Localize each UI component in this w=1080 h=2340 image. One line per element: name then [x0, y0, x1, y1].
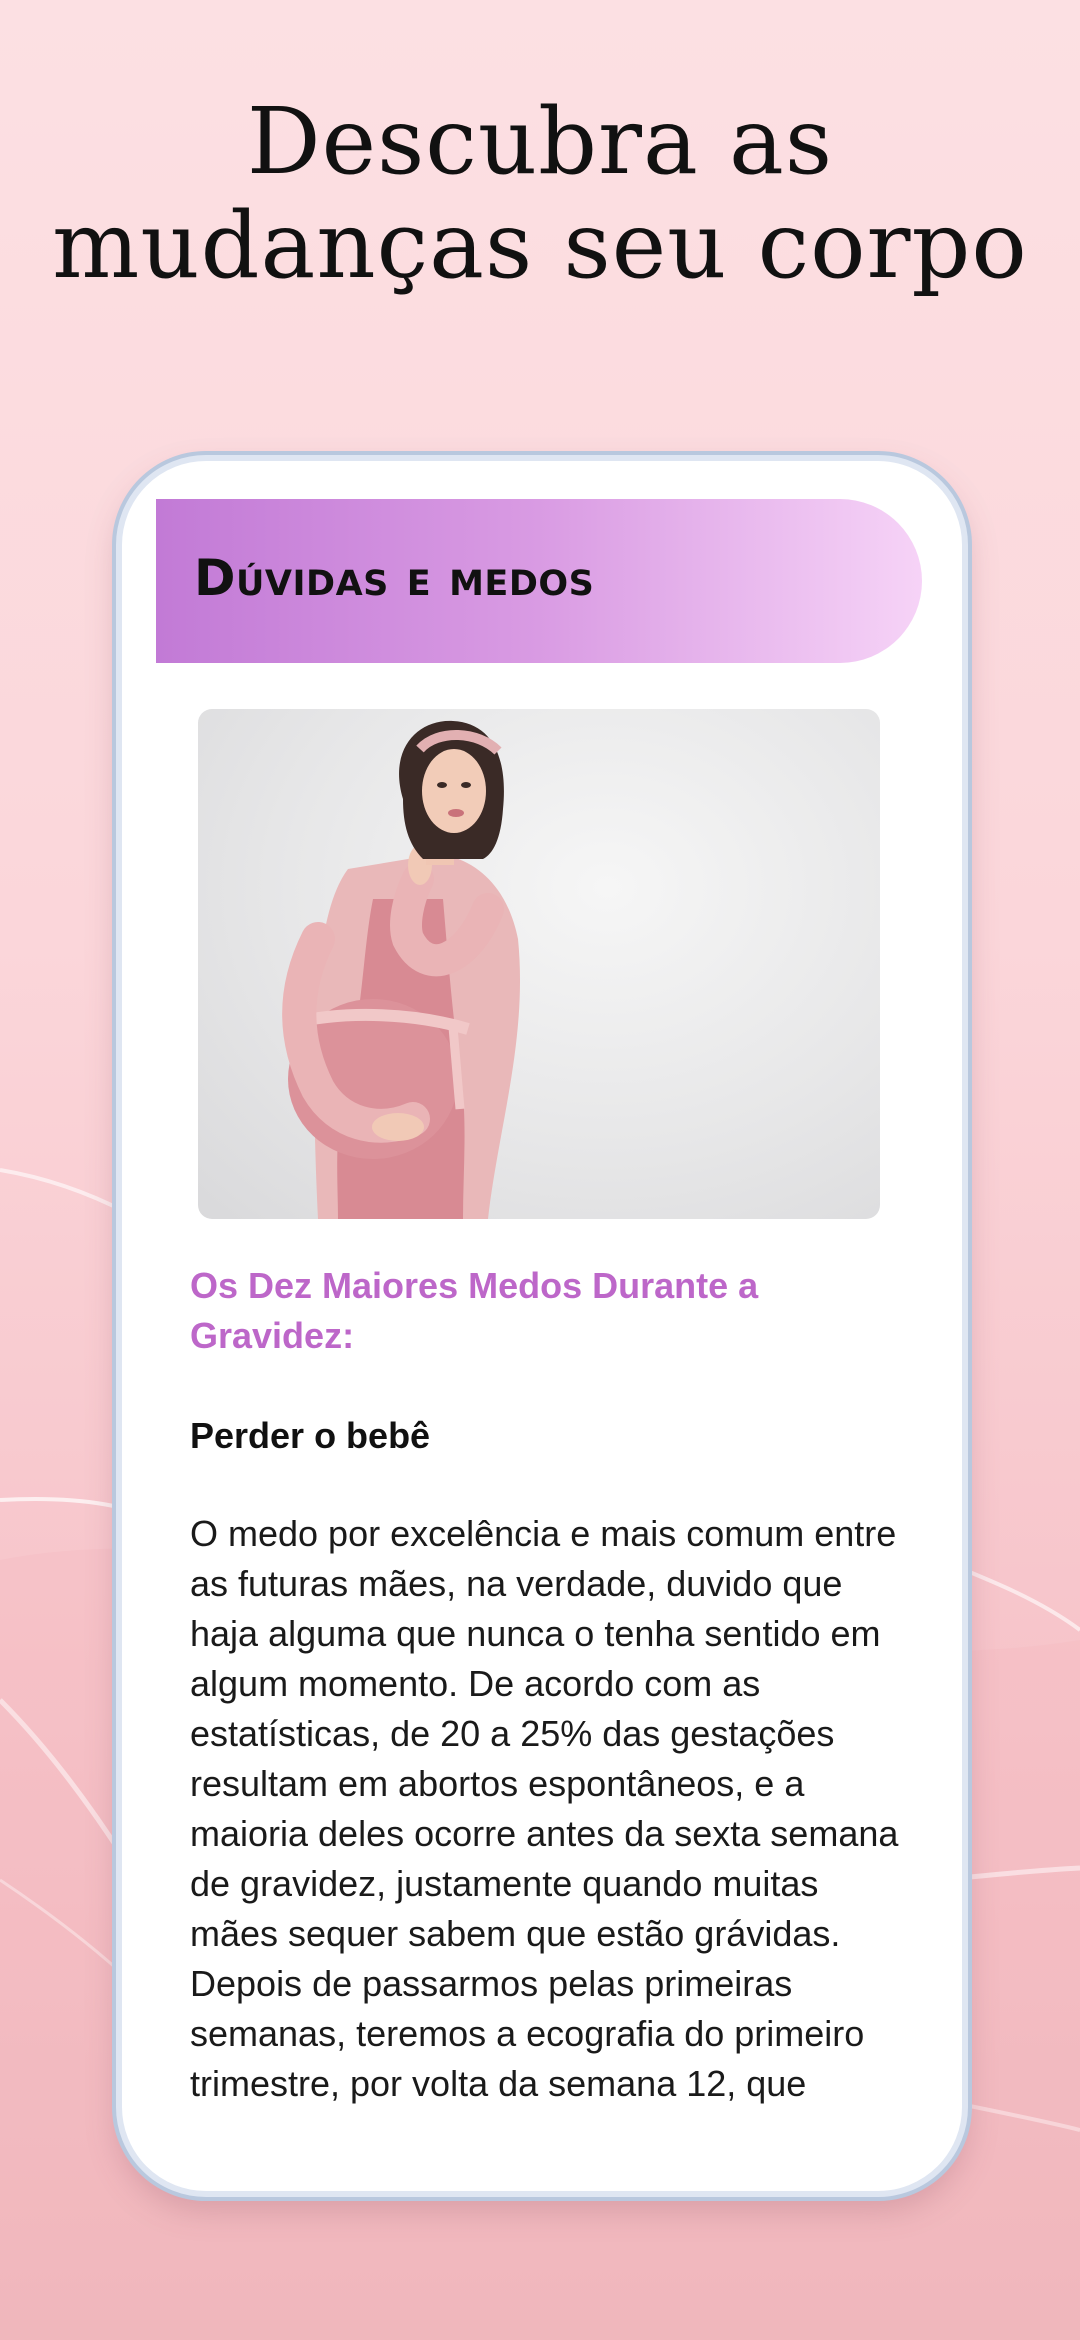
article-body: O medo por excelência e mais comum entre… — [190, 1513, 899, 2104]
phone-mockup: Dúvidas e medos Os Dez Maiores Medos Dur… — [116, 455, 968, 2197]
article-content: Os Dez Maiores Medos Durante a Gravidez:… — [190, 1261, 910, 2109]
banner-title: Dúvidas e medos — [194, 549, 595, 607]
headline-line-2: mudanças seu corpo — [52, 192, 1028, 299]
promo-headline: Descubra as mudanças seu corpo — [0, 90, 1080, 298]
section-heading: Perder o bebê — [190, 1415, 431, 1456]
headline-line-1: Descubra as — [246, 88, 834, 195]
pregnant-woman-photo — [198, 709, 880, 1219]
section-banner: Dúvidas e medos — [156, 499, 922, 663]
article-title: Os Dez Maiores Medos Durante a Gravidez: — [190, 1265, 759, 1356]
